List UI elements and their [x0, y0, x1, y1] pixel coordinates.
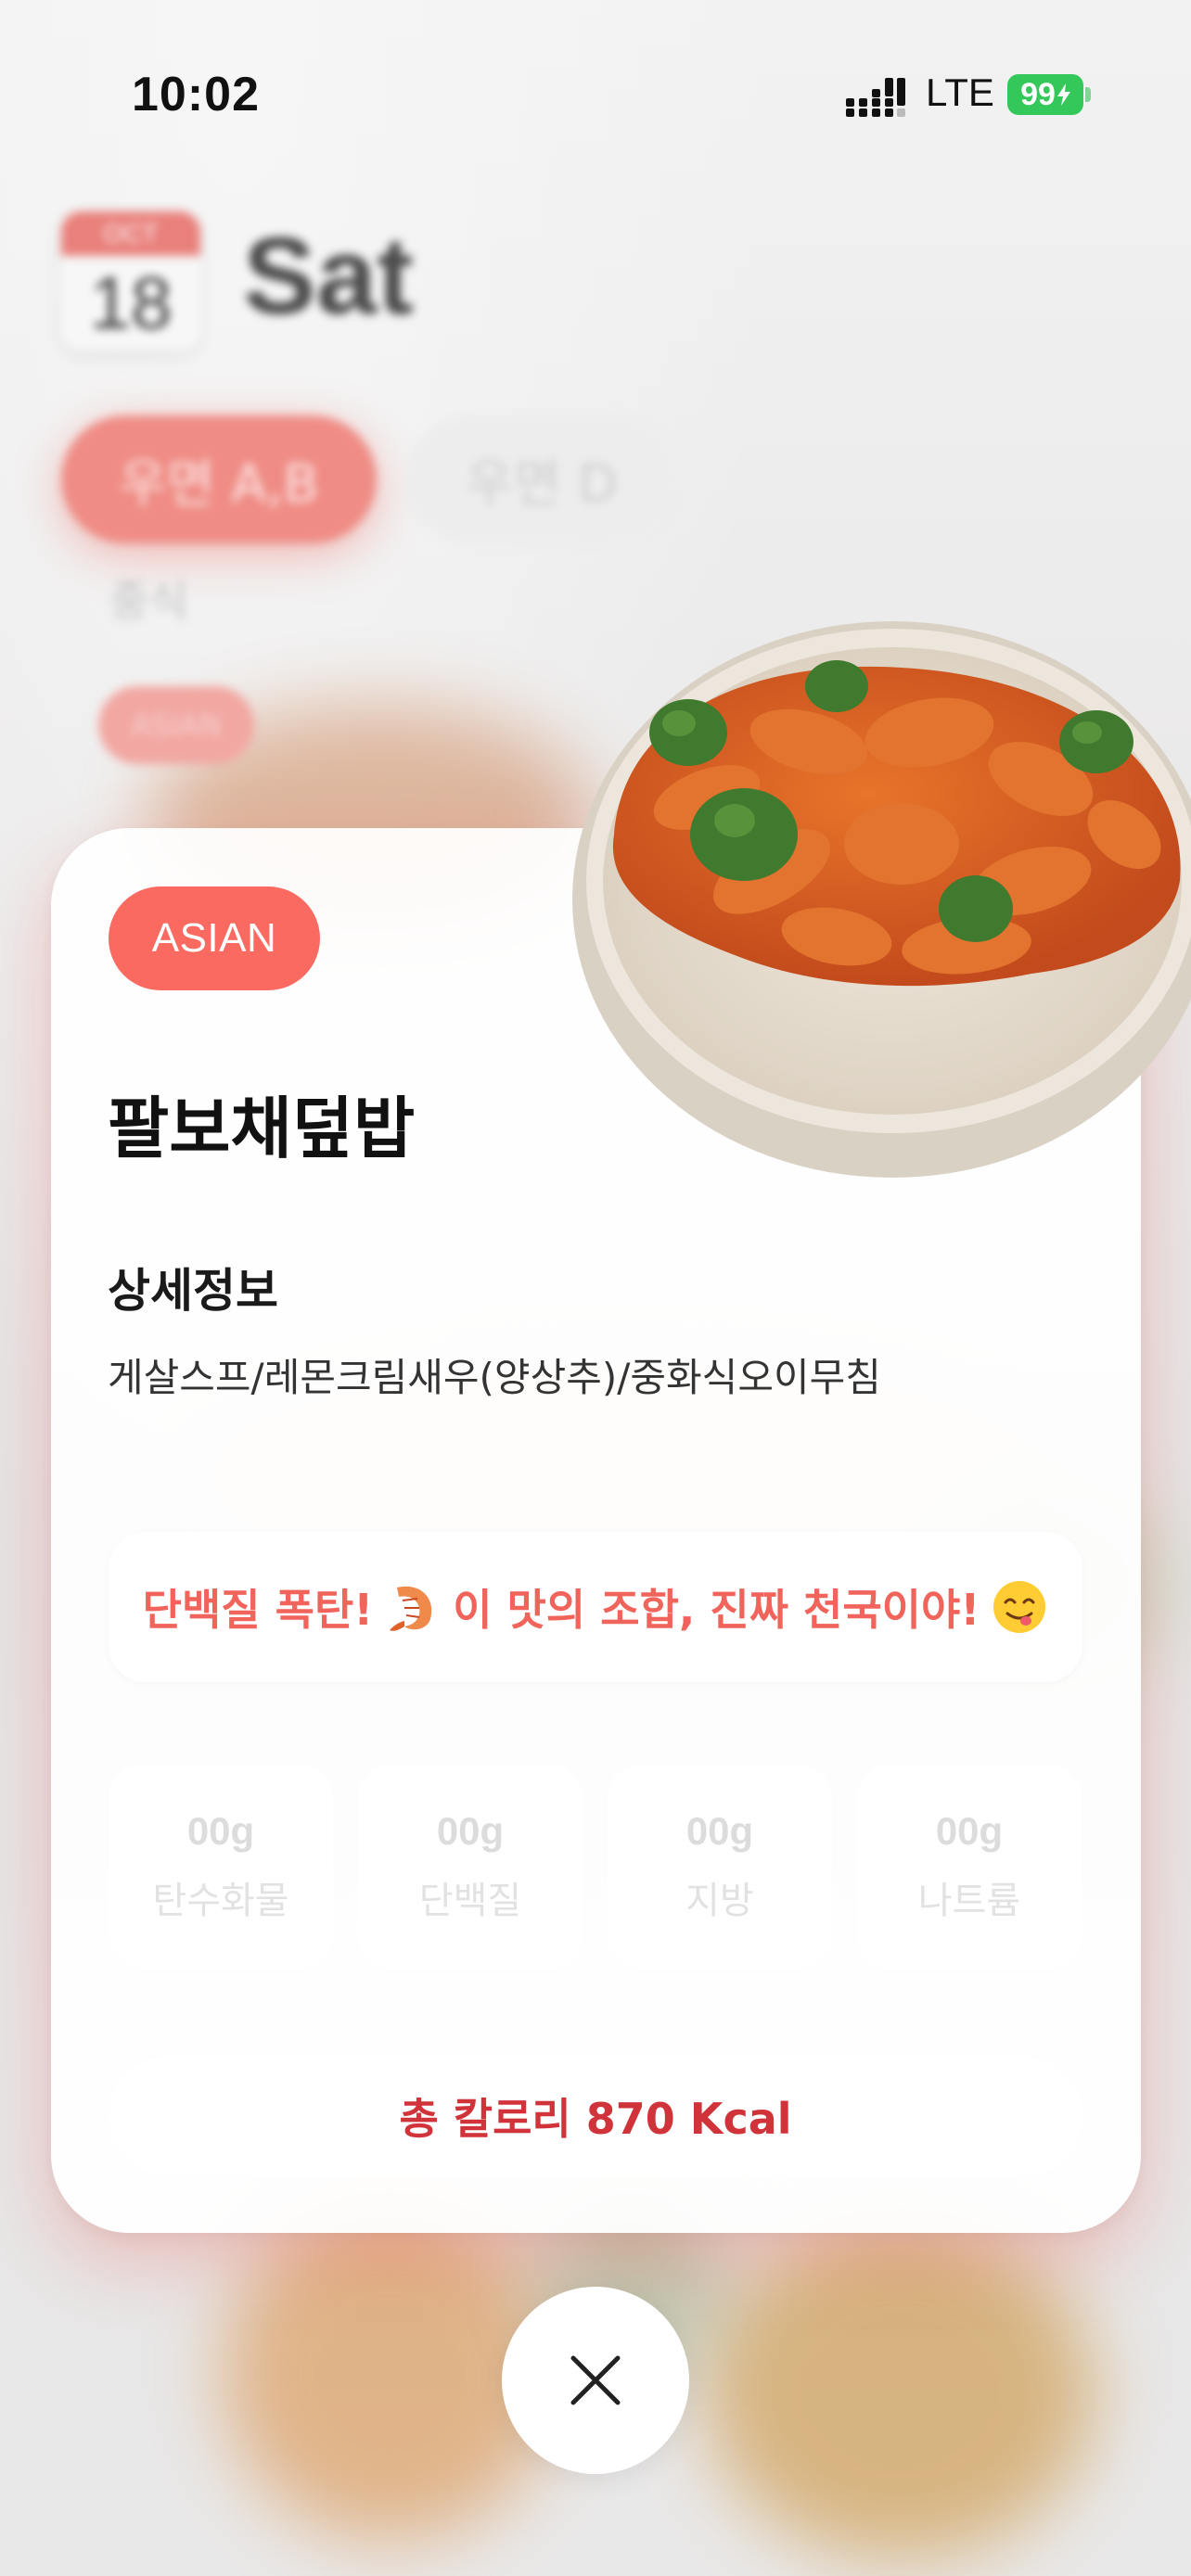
calendar-day: 18 — [89, 261, 173, 344]
status-time: 10:02 — [132, 68, 260, 121]
food-bowl-image — [572, 621, 1191, 1178]
menu-title: 팔보채덮밥 — [108, 1090, 416, 1167]
nutrition-label: 지방 — [685, 1880, 754, 1922]
nutrition-fat: 00g 지방 — [608, 1765, 832, 1969]
battery-indicator: 99 — [1007, 74, 1083, 115]
tab-umyeon-d: 우면 D — [406, 415, 677, 543]
nutrition-carbs: 00g 탄수화물 — [109, 1765, 333, 1969]
signal-icon — [846, 78, 905, 117]
nutrition-protein: 00g 단백질 — [358, 1765, 583, 1969]
nutrition-value: 00g — [436, 1809, 505, 1853]
tab-umyeon-ab: 우면 A,B — [61, 415, 377, 543]
nutrition-label: 단백질 — [418, 1880, 522, 1922]
shrimp-icon — [390, 1586, 432, 1631]
close-icon — [570, 2355, 621, 2405]
background-tag: ASIAN — [98, 686, 254, 764]
total-calories: 총 칼로리 870 Kcal — [109, 2057, 1082, 2175]
day-name: Sat — [243, 215, 414, 338]
nutrition-label: 탄수화물 — [152, 1880, 289, 1922]
promo-text-1: 단백질 폭탄! — [142, 1585, 374, 1635]
nutrition-sodium: 00g 나트륨 — [857, 1765, 1082, 1969]
cuisine-badge: ASIAN — [109, 886, 320, 990]
detail-description: 게살스프/레몬크림새우(양상추)/중화식오이무침 — [108, 1355, 881, 1400]
promo-banner: 단백질 폭탄! 이 맛의 조합, 진짜 천국이야! — [109, 1532, 1082, 1682]
yum-face-icon — [993, 1581, 1046, 1633]
nutrition-value: 00g — [685, 1809, 754, 1853]
charging-bolt-icon — [1057, 83, 1070, 106]
calendar-icon: OCT 18 — [61, 211, 200, 351]
network-type: LTE — [926, 70, 994, 114]
category-label: 중식 — [109, 576, 188, 626]
detail-heading: 상세정보 — [108, 1264, 278, 1318]
promo-text-2: 이 맛의 조합, 진짜 천국이야! — [453, 1585, 980, 1635]
close-button[interactable] — [502, 2287, 689, 2474]
battery-level: 99 — [1020, 76, 1056, 112]
battery-cap — [1085, 87, 1091, 102]
calendar-month: OCT — [61, 211, 200, 256]
nutrition-label: 나트륨 — [917, 1880, 1021, 1922]
nutrition-value: 00g — [186, 1809, 255, 1853]
nutrition-value: 00g — [935, 1809, 1004, 1853]
